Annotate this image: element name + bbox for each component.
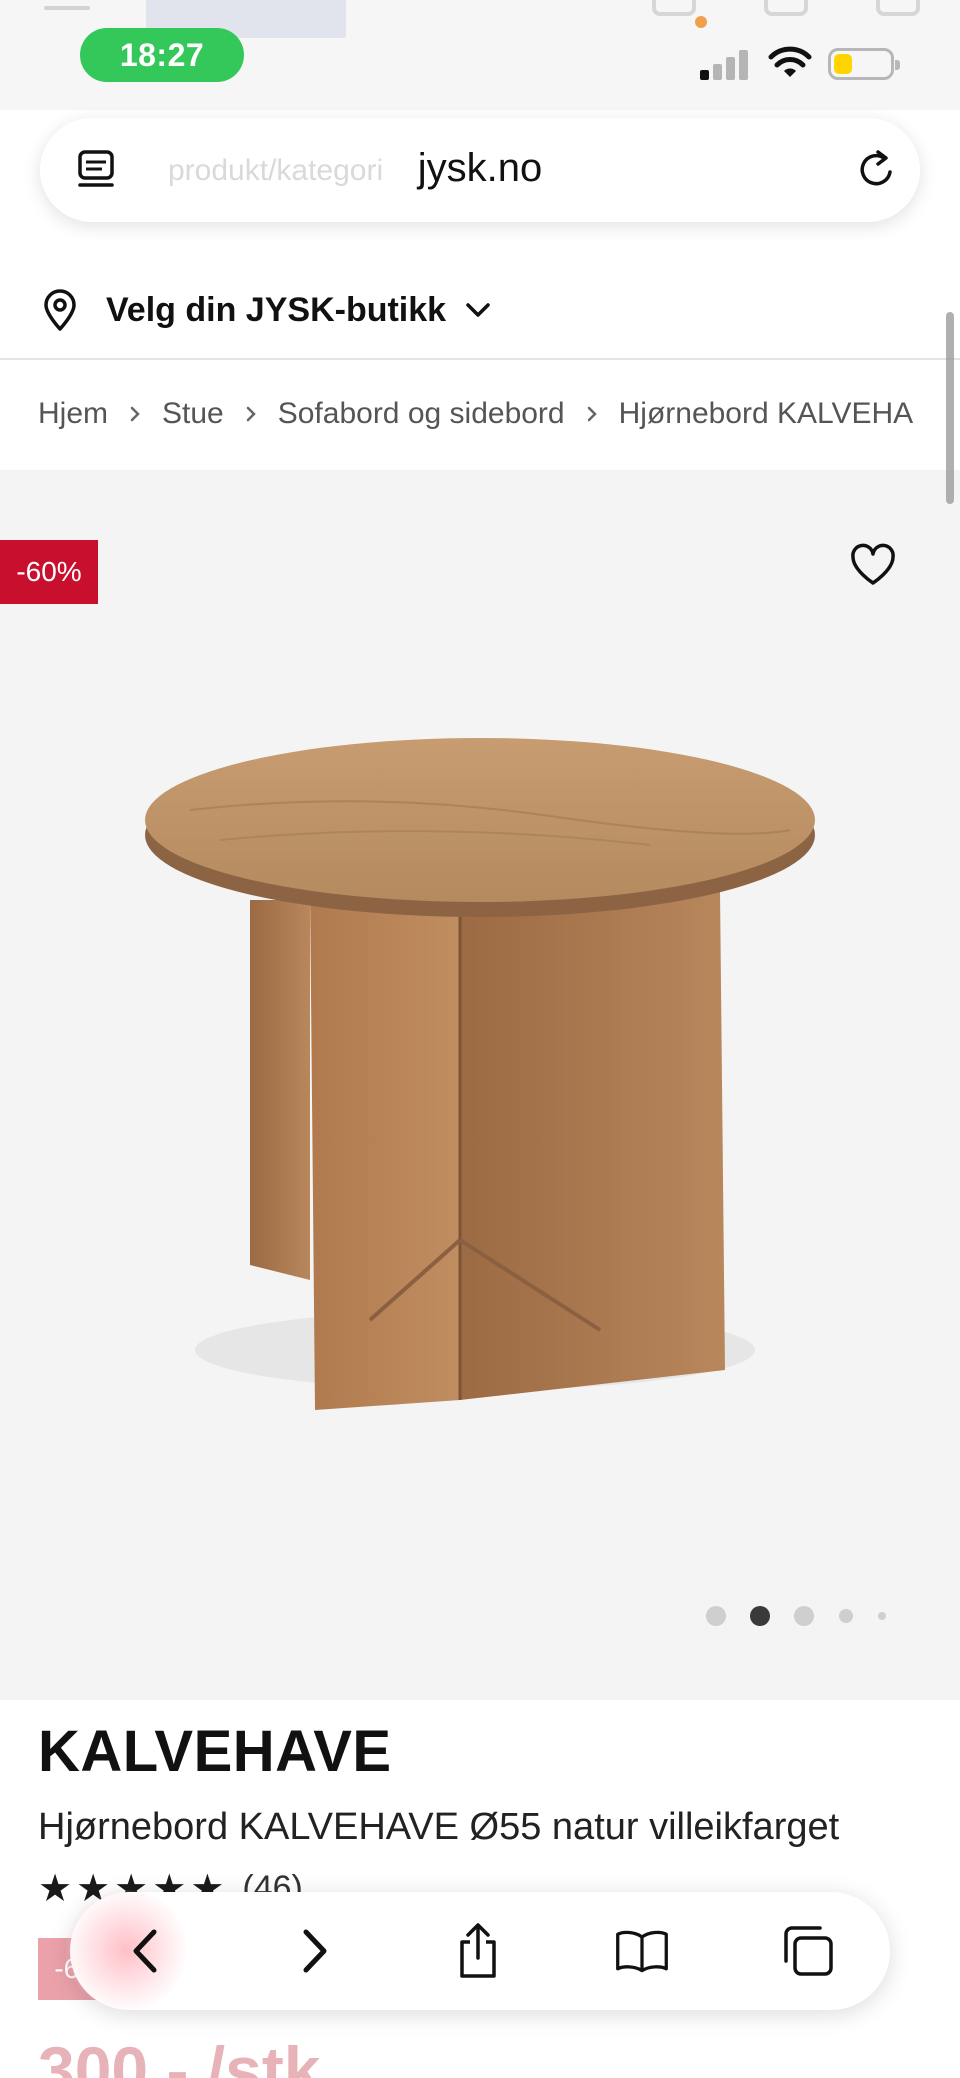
browser-toolbar bbox=[66, 1890, 890, 2010]
wishlist-notification-dot bbox=[695, 16, 707, 28]
tabs-button[interactable] bbox=[780, 1923, 836, 1979]
back-button[interactable] bbox=[118, 1923, 174, 1979]
chevron-right-icon bbox=[246, 406, 256, 422]
breadcrumb-item-category[interactable]: Sofabord og sidebord bbox=[278, 397, 565, 431]
product-image-table bbox=[145, 738, 815, 1410]
book-icon bbox=[616, 1930, 668, 1973]
location-pin-icon bbox=[44, 289, 76, 331]
back-arrow-icon bbox=[133, 1929, 157, 1973]
reload-icon[interactable] bbox=[852, 146, 900, 194]
cellular-signal-icon bbox=[700, 48, 750, 80]
share-button[interactable] bbox=[450, 1923, 506, 1979]
forward-arrow-icon bbox=[303, 1929, 327, 1973]
battery-icon bbox=[828, 48, 900, 80]
product-brand: KALVEHAVE bbox=[38, 1719, 392, 1784]
forward-button[interactable] bbox=[286, 1923, 342, 1979]
wishlist-icon bbox=[652, 0, 696, 16]
breadcrumb-item-home[interactable]: Hjem bbox=[38, 397, 108, 431]
chevron-right-icon bbox=[130, 406, 140, 422]
product-name: Hjørnebord KALVEHAVE Ø55 natur villeikfa… bbox=[38, 1806, 840, 1848]
store-selector[interactable]: Velg din JYSK-butikk bbox=[40, 282, 492, 338]
status-time: 18:27 bbox=[80, 28, 244, 82]
product-price: 300,- /stk bbox=[38, 2033, 321, 2078]
menu-icon bbox=[44, 6, 90, 10]
chevron-right-icon bbox=[587, 406, 597, 422]
tabs-icon bbox=[784, 1926, 833, 1976]
chevron-down-icon bbox=[466, 303, 490, 317]
share-icon bbox=[460, 1923, 496, 1978]
breadcrumb-item-stue[interactable]: Stue bbox=[162, 397, 224, 431]
breadcrumb: Hjem Stue Sofabord og sidebord Hjørnebor… bbox=[38, 392, 922, 436]
url-domain[interactable]: jysk.no bbox=[40, 146, 920, 191]
breadcrumb-item-current: Hjørnebord KALVEHA bbox=[618, 397, 914, 430]
bookmarks-button[interactable] bbox=[614, 1923, 670, 1979]
scroll-indicator bbox=[946, 312, 954, 504]
star-icon: ★ bbox=[38, 1867, 73, 1910]
wifi-icon bbox=[768, 46, 812, 77]
account-icon bbox=[764, 0, 808, 16]
section-divider bbox=[0, 358, 960, 360]
store-selector-label: Velg din JYSK-butikk bbox=[106, 290, 447, 329]
heart-icon[interactable] bbox=[846, 538, 900, 592]
address-bar[interactable]: produkt/kategori jysk.no bbox=[40, 118, 920, 222]
discount-badge: -60% bbox=[0, 540, 98, 604]
cart-icon bbox=[876, 0, 920, 16]
image-pager-dots[interactable] bbox=[700, 1604, 900, 1628]
